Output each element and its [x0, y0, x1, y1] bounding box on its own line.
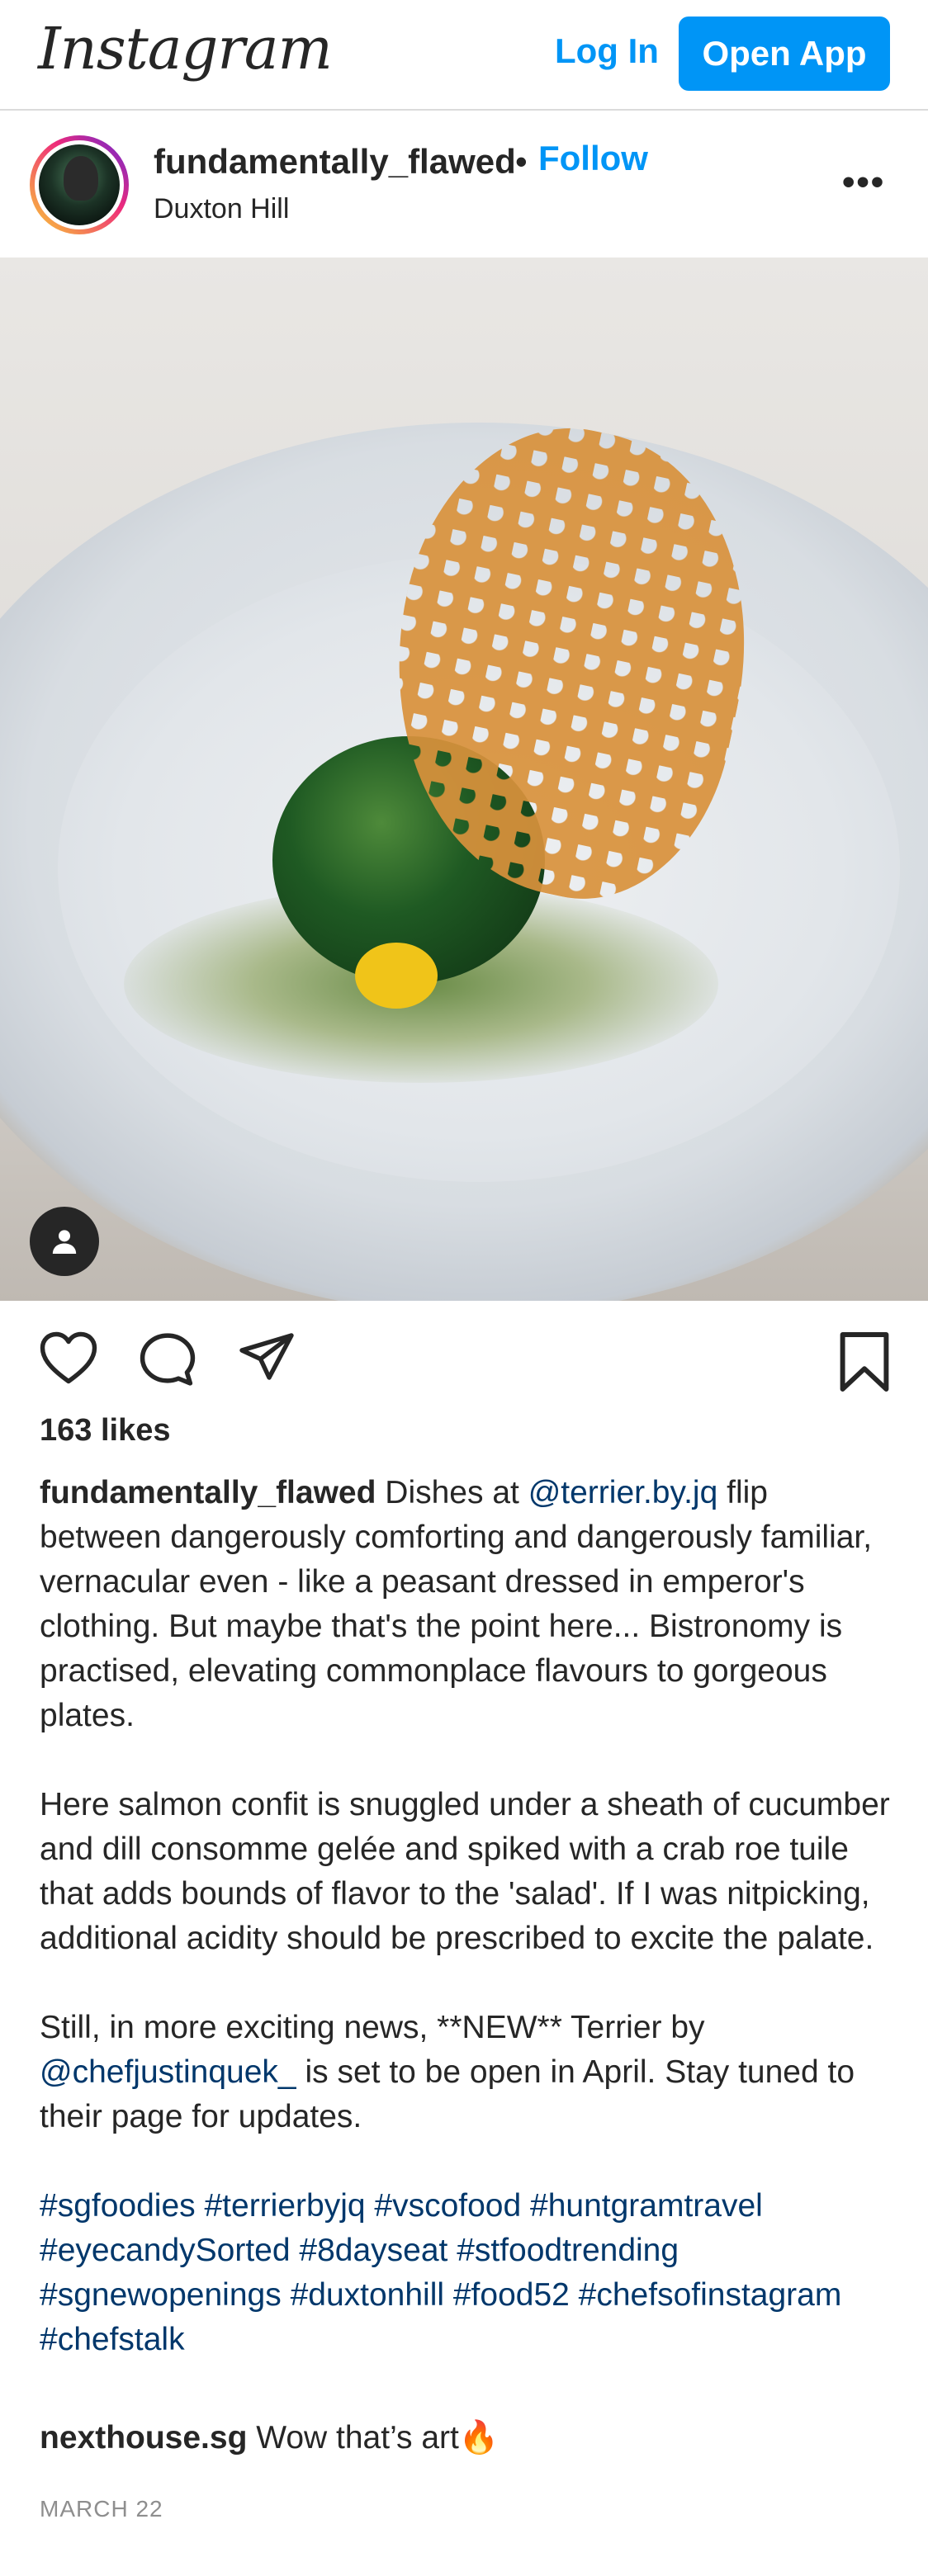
instagram-logo[interactable]: Instagram: [38, 15, 333, 83]
bookmark-icon[interactable]: [837, 1331, 892, 1397]
login-link[interactable]: Log In: [555, 31, 659, 71]
more-options-icon[interactable]: •••: [842, 162, 885, 203]
mention-link[interactable]: @terrier.by.jq: [528, 1475, 718, 1510]
caption-paragraph-1: fundamentally_flawed Dishes at @terrier.…: [40, 1471, 895, 1738]
user-tag-icon[interactable]: [30, 1207, 99, 1276]
comment-text: Wow that’s art🔥: [247, 2420, 500, 2455]
top-bar: Instagram Log In Open App: [0, 0, 928, 111]
edible-flower: [355, 943, 438, 1009]
post-actions: [0, 1301, 928, 1408]
post-photo[interactable]: [0, 258, 928, 1301]
follow-button[interactable]: Follow: [538, 139, 648, 178]
avatar[interactable]: [30, 135, 129, 234]
caption-text: flip between dangerously comforting and …: [40, 1475, 873, 1733]
caption-paragraph-3: Still, in more exciting news, **NEW** Te…: [40, 2006, 895, 2139]
open-app-button[interactable]: Open App: [679, 17, 890, 91]
comment-icon[interactable]: [137, 1331, 198, 1392]
post-location[interactable]: Duxton Hill: [154, 193, 289, 225]
heart-icon[interactable]: [38, 1331, 99, 1389]
caption-username[interactable]: fundamentally_flawed: [40, 1475, 376, 1510]
post-caption: fundamentally_flawed Dishes at @terrier.…: [40, 1471, 895, 2362]
avatar-image: [39, 144, 120, 225]
mention-link[interactable]: @chefjustinquek_: [40, 2054, 296, 2090]
comment-username[interactable]: nexthouse.sg: [40, 2420, 247, 2455]
post-date: MARCH 22: [40, 2496, 163, 2522]
separator-dot: •: [515, 142, 528, 181]
caption-text: Dishes at: [376, 1475, 528, 1510]
post-username[interactable]: fundamentally_flawed: [154, 142, 516, 182]
post-header: fundamentally_flawed • Follow Duxton Hil…: [0, 111, 928, 258]
hashtag-list[interactable]: #sgfoodies #terrierbyjq #vscofood #huntg…: [40, 2184, 895, 2362]
like-count[interactable]: 163 likes: [40, 1413, 170, 1449]
comment: nexthouse.sg Wow that’s art🔥: [40, 2418, 499, 2456]
share-icon[interactable]: [236, 1331, 297, 1389]
caption-text: Still, in more exciting news, **NEW** Te…: [40, 2010, 705, 2045]
caption-paragraph-2: Here salmon confit is snuggled under a s…: [40, 1787, 890, 1956]
